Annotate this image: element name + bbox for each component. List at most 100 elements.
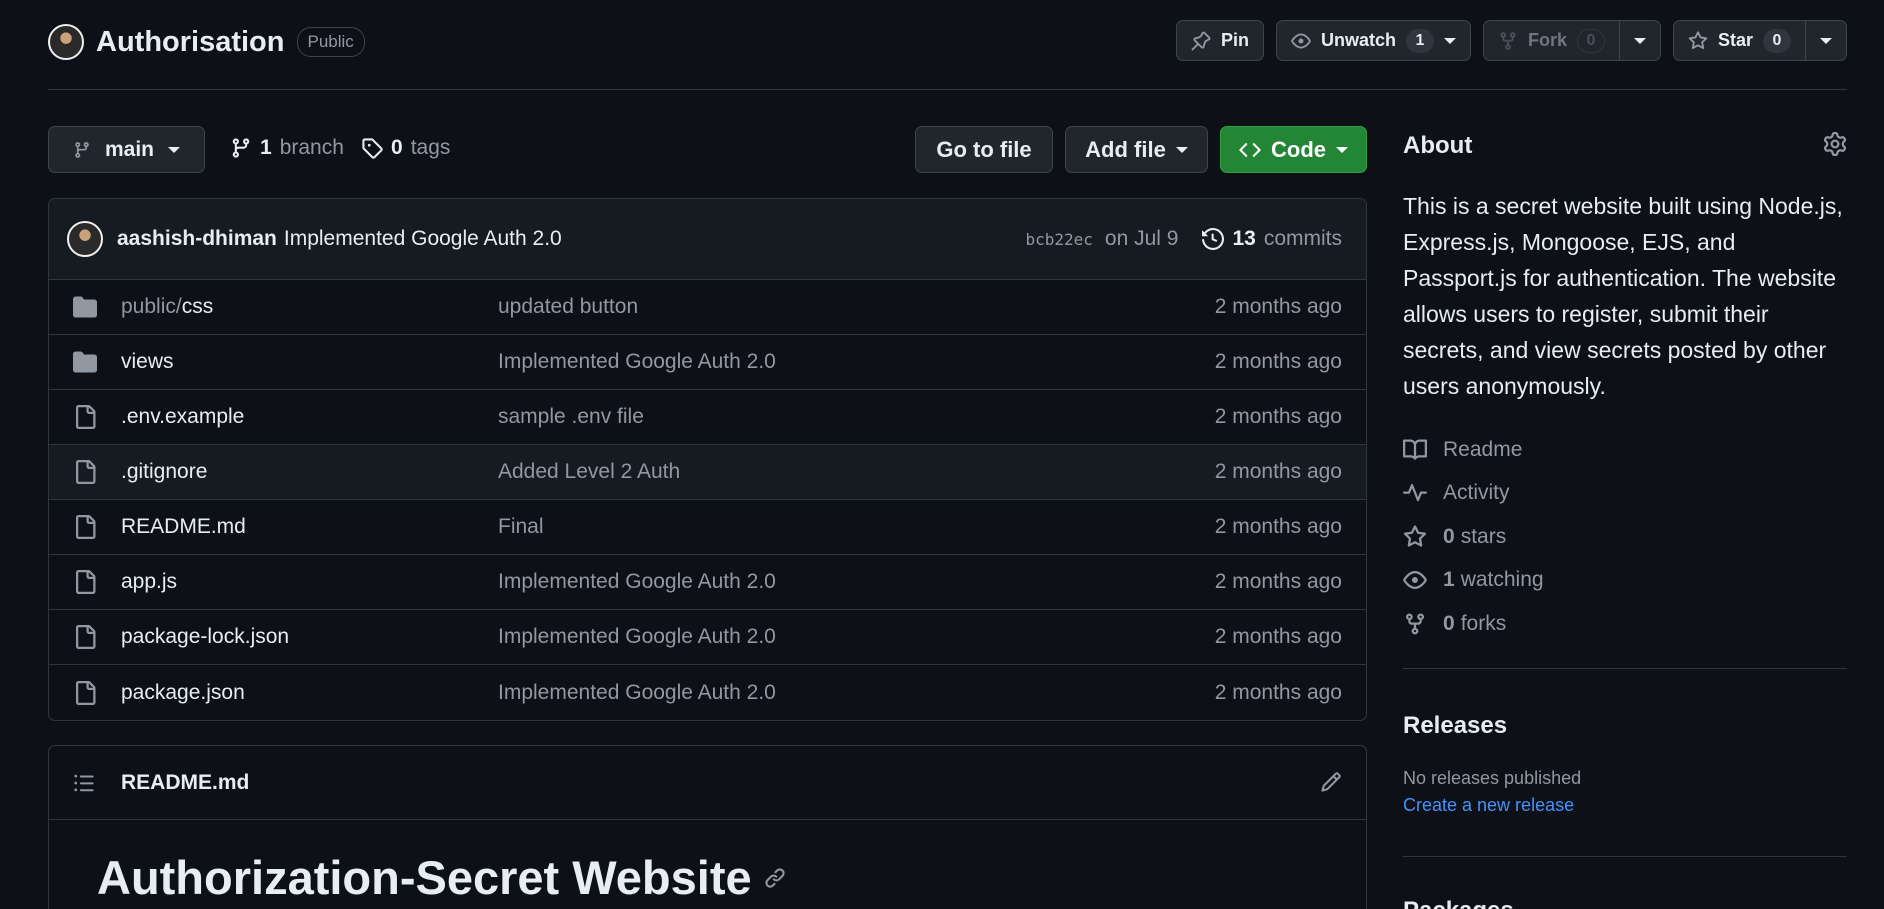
file-commit-age: 2 months ago xyxy=(1214,625,1342,648)
file-list: public/css updated button 2 months ago view… xyxy=(49,280,1366,720)
branch-word: branch xyxy=(279,136,344,159)
chevron-down-icon xyxy=(1443,37,1456,44)
file-row[interactable]: .env.example sample .env file 2 months ago xyxy=(49,390,1366,445)
file-browser: aashish-dhiman Implemented Google Auth 2… xyxy=(48,198,1367,721)
commit-date: on Jul 9 xyxy=(1104,227,1179,250)
file-commit-message[interactable]: updated button xyxy=(498,295,638,319)
tags-link[interactable]: 0 tags xyxy=(361,136,450,160)
file-row[interactable]: README.md Final 2 months ago xyxy=(49,500,1366,555)
file-name[interactable]: public/css xyxy=(121,295,213,319)
star-icon xyxy=(1403,525,1427,547)
file-row[interactable]: package-lock.json Implemented Google Auth… xyxy=(49,610,1366,665)
commit-count: 13 xyxy=(1232,227,1256,250)
readme-link[interactable]: Readme xyxy=(1403,428,1544,472)
visibility-badge: Public xyxy=(296,27,365,57)
file-commit-age: 2 months ago xyxy=(1214,570,1342,593)
readme-heading: Authorization-Secret Website xyxy=(97,850,786,905)
git-branch-icon xyxy=(232,138,250,158)
folder-icon xyxy=(73,296,97,318)
code-icon xyxy=(1239,142,1261,157)
commit-message[interactable]: Implemented Google Auth 2.0 xyxy=(284,227,562,251)
stars-word: stars xyxy=(1460,524,1507,548)
fork-button[interactable]: Fork 0 xyxy=(1484,21,1619,60)
file-row[interactable]: public/css updated button 2 months ago xyxy=(49,280,1366,335)
readme-heading-text: Authorization-Secret Website xyxy=(97,851,752,904)
folder-icon xyxy=(73,351,97,373)
branches-link[interactable]: 1 branch xyxy=(230,136,344,160)
readme-link-label: Readme xyxy=(1443,437,1523,461)
file-name[interactable]: app.js xyxy=(121,570,177,594)
pin-icon xyxy=(1191,31,1211,50)
forks-link[interactable]: 0 forks xyxy=(1403,602,1544,646)
releases-heading[interactable]: Releases xyxy=(1403,712,1507,740)
chevron-down-icon xyxy=(1175,146,1188,153)
file-icon xyxy=(76,680,96,705)
activity-link-label: Activity xyxy=(1443,481,1510,505)
repo-header: Authorisation Public Pin Unwatch 1 Fork … xyxy=(48,20,1847,90)
file-row[interactable]: app.js Implemented Google Auth 2.0 2 month… xyxy=(49,555,1366,610)
watching-link[interactable]: 1 watching xyxy=(1403,559,1544,603)
branch-count: 1 xyxy=(260,136,272,159)
file-row[interactable]: .gitignore Added Level 2 Auth 2 months ago xyxy=(49,445,1366,500)
packages-heading[interactable]: Packages xyxy=(1403,897,1514,909)
tag-count: 0 xyxy=(391,136,403,159)
repo-name[interactable]: Authorisation xyxy=(96,26,285,59)
eye-icon xyxy=(1291,33,1311,48)
file-commit-age: 2 months ago xyxy=(1214,680,1342,704)
gear-icon[interactable] xyxy=(1823,132,1847,156)
star-list-dropdown-button[interactable] xyxy=(1805,21,1846,60)
code-button[interactable]: Code xyxy=(1220,126,1367,173)
branch-selector[interactable]: main xyxy=(48,126,205,173)
star-button[interactable]: Star 0 xyxy=(1674,21,1805,60)
file-name[interactable]: views xyxy=(121,350,174,374)
file-name[interactable]: package.json xyxy=(121,681,245,705)
file-row[interactable]: package.json Implemented Google Auth 2.0 2… xyxy=(49,665,1366,720)
stars-count: 0 xyxy=(1443,524,1455,548)
file-commit-age: 2 months ago xyxy=(1214,405,1342,428)
stars-link[interactable]: 0 stars xyxy=(1403,515,1544,559)
list-unordered-icon[interactable] xyxy=(73,772,95,794)
file-name[interactable]: .gitignore xyxy=(121,460,207,484)
file-commit-message[interactable]: Implemented Google Auth 2.0 xyxy=(498,570,776,594)
fork-label: Fork xyxy=(1527,30,1567,50)
file-commit-message[interactable]: sample .env file xyxy=(498,405,644,429)
readme-filename[interactable]: README.md xyxy=(121,771,249,795)
file-commit-message[interactable]: Added Level 2 Auth xyxy=(498,460,680,484)
star-button-group: Star 0 xyxy=(1672,20,1847,61)
file-commit-message[interactable]: Implemented Google Auth 2.0 xyxy=(498,350,776,374)
watching-word: watching xyxy=(1460,568,1544,592)
commit-author[interactable]: aashish-dhiman xyxy=(117,227,277,251)
pin-button[interactable]: Pin xyxy=(1175,20,1264,61)
go-to-file-button[interactable]: Go to file xyxy=(915,126,1053,173)
history-icon xyxy=(1202,228,1225,250)
link-icon[interactable] xyxy=(764,867,786,889)
file-name[interactable]: package-lock.json xyxy=(121,625,289,649)
activity-link[interactable]: Activity xyxy=(1403,472,1544,516)
star-counter: 0 xyxy=(1763,28,1791,53)
readme-panel: README.md Authorization-Secret Website xyxy=(48,745,1367,909)
sidebar-divider xyxy=(1403,668,1847,669)
unwatch-button[interactable]: Unwatch 1 xyxy=(1275,20,1471,61)
commit-meta: bcb22ec on Jul 9 13 commits xyxy=(1025,199,1342,279)
pencil-icon[interactable] xyxy=(1320,771,1342,793)
chevron-down-icon xyxy=(1820,37,1832,44)
commits-history-link[interactable]: 13 commits xyxy=(1202,227,1342,251)
file-icon xyxy=(76,515,96,539)
pin-label: Pin xyxy=(1220,30,1249,50)
file-commit-message[interactable]: Final xyxy=(498,515,544,539)
fork-dropdown-button[interactable] xyxy=(1618,21,1660,60)
code-label: Code xyxy=(1271,136,1326,162)
file-name[interactable]: README.md xyxy=(121,515,246,539)
file-commit-message[interactable]: Implemented Google Auth 2.0 xyxy=(498,681,776,705)
commit-sha[interactable]: bcb22ec xyxy=(1025,230,1092,249)
owner-avatar[interactable] xyxy=(48,24,84,60)
file-name[interactable]: .env.example xyxy=(121,405,244,429)
file-commit-message[interactable]: Implemented Google Auth 2.0 xyxy=(498,625,776,649)
commit-author-avatar[interactable] xyxy=(67,221,103,257)
sidebar-divider xyxy=(1403,856,1847,857)
create-release-link[interactable]: Create a new release xyxy=(1403,795,1574,816)
releases-empty-text: No releases published xyxy=(1403,768,1582,788)
repo-title: Authorisation Public xyxy=(48,24,365,60)
add-file-button[interactable]: Add file xyxy=(1065,126,1208,173)
file-row[interactable]: views Implemented Google Auth 2.0 2 months… xyxy=(49,335,1366,390)
